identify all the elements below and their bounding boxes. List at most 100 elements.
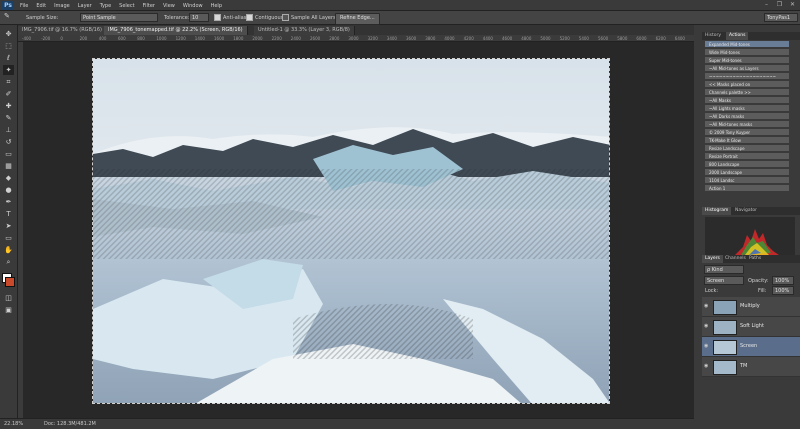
- tab-actions[interactable]: Actions: [726, 32, 749, 40]
- document-canvas[interactable]: [92, 58, 610, 404]
- action-item[interactable]: ~All Masks: [705, 97, 789, 104]
- tab-histogram[interactable]: Histogram: [702, 207, 732, 215]
- ruler-tick: 600: [118, 36, 126, 41]
- menu-layer[interactable]: Layer: [78, 3, 92, 9]
- tab-img-7906-tonemapped[interactable]: IMG_7906_tonemapped.tif @ 22.2% (Screen,…: [104, 26, 248, 35]
- magic-wand-tool-icon[interactable]: ✦: [3, 65, 14, 75]
- sample-all-layers-checkbox[interactable]: Sample All Layers: [282, 14, 336, 22]
- action-item[interactable]: ~~~~~~~~~~~~~~~~~~~~: [705, 73, 789, 80]
- visibility-eye-icon[interactable]: ◉: [704, 303, 708, 309]
- layer-row-soft-light[interactable]: ◉ Soft Light: [702, 317, 800, 337]
- healing-brush-tool-icon[interactable]: ✚: [3, 101, 14, 111]
- action-item[interactable]: Super Mid-tones: [705, 57, 789, 64]
- screen-mode-icon[interactable]: ▣: [3, 305, 14, 315]
- opacity-input[interactable]: 100%: [772, 276, 794, 285]
- layer-row-multiply[interactable]: ◉ Multiply: [702, 297, 800, 317]
- action-item[interactable]: 1104 Landsc: [705, 177, 789, 184]
- blur-tool-icon[interactable]: ◆: [3, 173, 14, 183]
- action-item[interactable]: Expanded Mid-tones: [705, 41, 789, 48]
- ruler-tick: 3200: [367, 36, 378, 41]
- menu-file[interactable]: File: [20, 3, 28, 9]
- menu-window[interactable]: Window: [183, 3, 203, 9]
- zoom-level[interactable]: 22.18%: [4, 421, 23, 428]
- ruler-tick: 3800: [425, 36, 436, 41]
- ruler-tick: 6000: [636, 36, 647, 41]
- action-item[interactable]: ~All Darks masks: [705, 113, 789, 120]
- type-tool-icon[interactable]: T: [3, 209, 14, 219]
- shape-tool-icon[interactable]: ▭: [3, 233, 14, 243]
- layer-thumbnail: [713, 300, 737, 315]
- path-selection-tool-icon[interactable]: ➤: [3, 221, 14, 231]
- tab-layers[interactable]: Layers: [702, 255, 723, 263]
- foreground-color-swatch[interactable]: [5, 277, 15, 287]
- layer-name: Multiply: [740, 303, 760, 309]
- menu-edit[interactable]: Edit: [36, 3, 46, 9]
- gradient-tool-icon[interactable]: ▦: [3, 161, 14, 171]
- action-item[interactable]: 2000 Landscape: [705, 169, 789, 176]
- action-item[interactable]: Resize Portrait: [705, 153, 789, 160]
- histogram-panel-tabs: Histogram Navigator: [702, 207, 800, 215]
- ruler-tick: 3000: [348, 36, 359, 41]
- layer-filter-kind[interactable]: ρ Kind: [704, 265, 744, 274]
- eyedropper-tool-icon[interactable]: ✎: [4, 12, 10, 20]
- ruler-tick: 4200: [463, 36, 474, 41]
- refine-edge-button[interactable]: Refine Edge...: [335, 13, 380, 25]
- menu-filter[interactable]: Filter: [143, 3, 155, 9]
- visibility-eye-icon[interactable]: ◉: [704, 323, 708, 329]
- action-item[interactable]: 800 Landscape: [705, 161, 789, 168]
- eyedropper-tool-icon[interactable]: ✐: [3, 89, 14, 99]
- action-item[interactable]: Action 1: [705, 185, 789, 192]
- layer-row-tm[interactable]: ◉ TM: [702, 357, 800, 377]
- action-item[interactable]: ~All Lights masks: [705, 105, 789, 112]
- pen-tool-icon[interactable]: ✒: [3, 197, 14, 207]
- tab-paths[interactable]: Paths: [746, 255, 764, 263]
- zoom-tool-icon[interactable]: ⌕: [3, 257, 14, 267]
- crop-tool-icon[interactable]: ⌗: [3, 77, 14, 87]
- restore-button[interactable]: ❐: [775, 1, 784, 9]
- action-item[interactable]: ~All Mid-tones as Layers: [705, 65, 789, 72]
- eraser-tool-icon[interactable]: ▭: [3, 149, 14, 159]
- tolerance-input[interactable]: 10: [189, 13, 209, 22]
- tab-img-7906[interactable]: IMG_7906.tif @ 16.7% (RGB/16): [18, 26, 107, 35]
- dodge-tool-icon[interactable]: ●: [3, 185, 14, 195]
- brush-tool-icon[interactable]: ✎: [3, 113, 14, 123]
- action-item[interactable]: TK-Make It Glow: [705, 137, 789, 144]
- anti-alias-checkbox[interactable]: Anti-alias: [214, 14, 246, 22]
- horizontal-ruler: -400 -200 0 200 400 600 800 1000 1200 1400 1600 180…: [18, 35, 694, 42]
- action-item[interactable]: © 2009 Tony Kuyper: [705, 129, 789, 136]
- layer-thumbnail: [713, 340, 737, 355]
- action-item[interactable]: Resize Landscape: [705, 145, 789, 152]
- marquee-tool-icon[interactable]: ⬚: [3, 41, 14, 51]
- close-button[interactable]: ✕: [788, 1, 797, 9]
- lasso-tool-icon[interactable]: ℓ: [3, 53, 14, 63]
- tab-untitled-1[interactable]: Untitled-1 @ 33.3% (Layer 3, RGB/8): [254, 26, 355, 35]
- tab-navigator[interactable]: Navigator: [732, 207, 760, 215]
- fill-input[interactable]: 100%: [772, 286, 794, 295]
- action-item[interactable]: Channels palette >>: [705, 89, 789, 96]
- action-item[interactable]: << Masks placed on: [705, 81, 789, 88]
- ruler-tick: 400: [98, 36, 107, 41]
- hand-tool-icon[interactable]: ✋: [3, 245, 14, 255]
- sample-size-dropdown[interactable]: Point Sample: [80, 13, 158, 22]
- tab-channels[interactable]: Channels: [722, 255, 749, 263]
- menu-image[interactable]: Image: [54, 3, 70, 9]
- minimize-button[interactable]: –: [762, 1, 771, 9]
- layer-row-screen[interactable]: ◉ Screen: [702, 337, 800, 357]
- clone-stamp-tool-icon[interactable]: ⊥: [3, 125, 14, 135]
- history-brush-tool-icon[interactable]: ↺: [3, 137, 14, 147]
- menu-view[interactable]: View: [163, 3, 175, 9]
- tab-history[interactable]: History: [702, 32, 724, 40]
- contiguous-checkbox[interactable]: Contiguous: [246, 14, 283, 22]
- workspace-dropdown[interactable]: TonyPas1: [764, 13, 798, 22]
- visibility-eye-icon[interactable]: ◉: [704, 363, 708, 369]
- blend-mode-dropdown[interactable]: Screen: [704, 276, 744, 285]
- layer-name: Screen: [740, 343, 758, 349]
- menu-type[interactable]: Type: [100, 3, 111, 9]
- visibility-eye-icon[interactable]: ◉: [704, 343, 708, 349]
- menu-help[interactable]: Help: [211, 3, 222, 9]
- action-item[interactable]: ~All Mid-tones masks: [705, 121, 789, 128]
- action-item[interactable]: Wide Mid-tones: [705, 49, 789, 56]
- move-tool-icon[interactable]: ✥: [3, 29, 14, 39]
- menu-select[interactable]: Select: [119, 3, 134, 9]
- quick-mask-icon[interactable]: ◫: [3, 293, 14, 303]
